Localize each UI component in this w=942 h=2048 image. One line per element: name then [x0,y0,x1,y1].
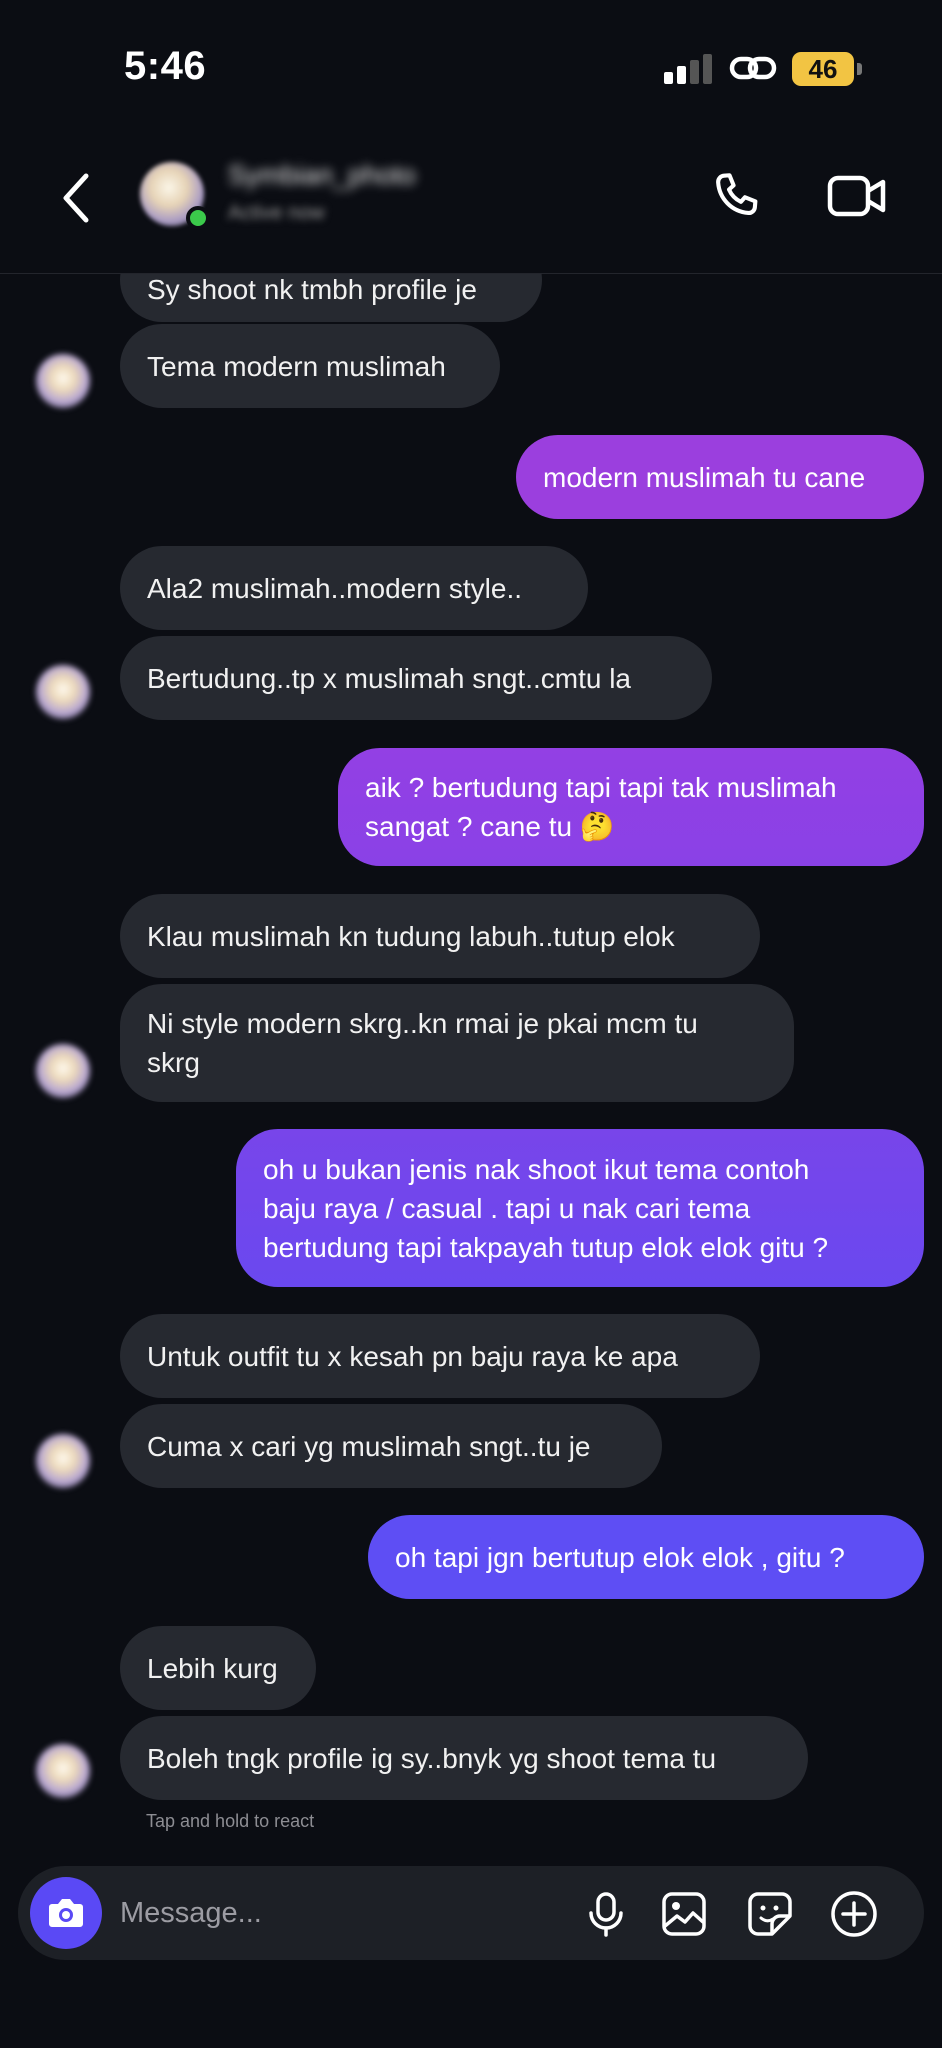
video-call-button[interactable] [826,170,888,222]
personal-hotspot-icon [729,56,777,80]
camera-button[interactable] [30,1877,102,1949]
outgoing-message[interactable]: oh tapi jgn bertutup elok elok , gitu ? [368,1515,924,1599]
incoming-message[interactable]: Bertudung..tp x muslimah sngt..cmtu la [120,636,712,720]
incoming-message[interactable]: Ni style modern skrg..kn rmai je pkai mc… [120,984,794,1102]
react-hint: Tap and hold to react [146,1811,315,1831]
incoming-message[interactable]: Untuk outfit tu x kesah pn baju raya ke … [120,1314,760,1398]
chat-header: Symbian_photo Active now [0,140,942,274]
incoming-message[interactable]: Cuma x cari yg muslimah sngt..tu je [120,1404,662,1488]
contact-avatar-small[interactable] [36,1744,90,1798]
message-composer [18,1866,924,1960]
message-input[interactable] [120,1890,540,1936]
contact-avatar-small[interactable] [36,1044,90,1098]
online-status-indicator [186,206,210,230]
microphone-button[interactable] [580,1888,632,1940]
contact-avatar-small[interactable] [36,665,90,719]
voice-call-button[interactable] [708,168,766,226]
outgoing-message[interactable]: modern muslimah tu cane [516,435,924,519]
contact-name[interactable]: Symbian_photo [228,160,468,190]
contact-avatar-small[interactable] [36,1434,90,1488]
sticker-button[interactable] [744,1888,796,1940]
contact-active-status: Active now [228,202,325,224]
incoming-message[interactable]: Boleh tngk profile ig sy..bnyk yg shoot … [120,1716,808,1800]
message-list[interactable]: Sy shoot nk tmbh profile je Tema modern … [0,274,942,1834]
back-button[interactable] [54,166,102,230]
outgoing-message[interactable]: aik ? bertudung tapi tapi tak muslimah s… [338,748,924,866]
outgoing-message[interactable]: oh u bukan jenis nak shoot ikut tema con… [236,1129,924,1287]
incoming-message[interactable]: Tema modern muslimah [120,324,500,408]
incoming-message[interactable]: Ala2 muslimah..modern style.. [120,546,588,630]
incoming-message[interactable]: Sy shoot nk tmbh profile je [120,274,542,322]
incoming-message[interactable]: Lebih kurg [120,1626,316,1710]
gallery-button[interactable] [658,1888,710,1940]
status-bar: 5:46 46 [0,0,942,140]
add-more-button[interactable] [828,1888,880,1940]
cellular-signal-icon [664,54,712,84]
battery-cap [857,63,862,75]
incoming-message[interactable]: Klau muslimah kn tudung labuh..tutup elo… [120,894,760,978]
contact-avatar-small[interactable] [36,354,90,408]
status-time: 5:46 [124,44,207,88]
camera-icon [49,1899,83,1927]
battery-indicator: 46 [792,52,854,86]
